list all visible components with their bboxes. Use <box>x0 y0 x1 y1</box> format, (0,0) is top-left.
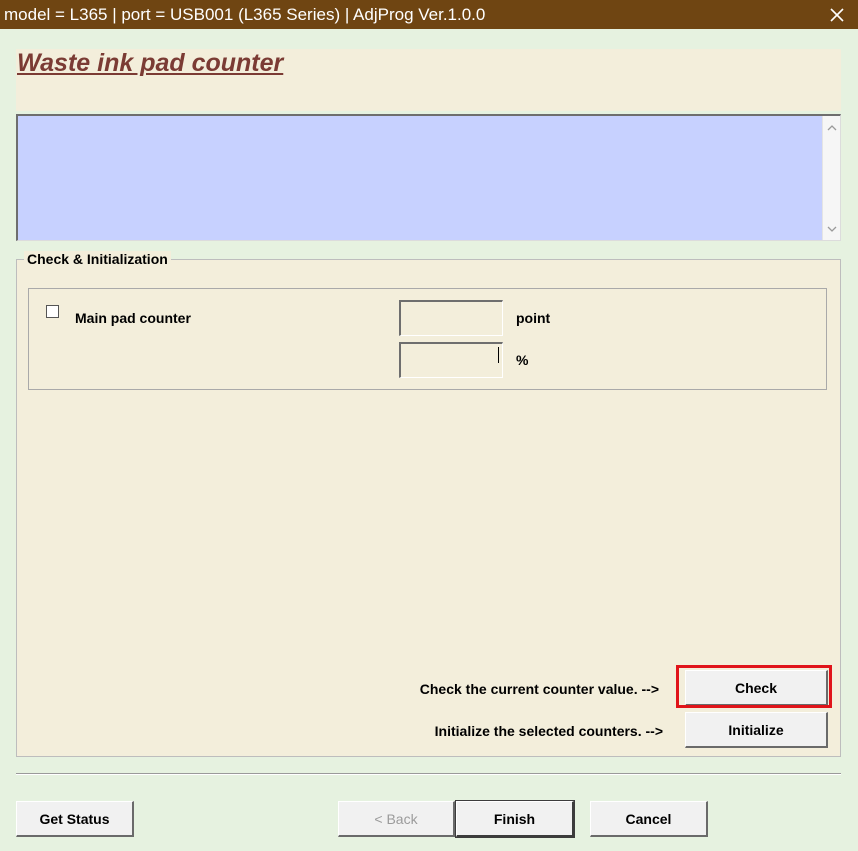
scroll-down-button[interactable] <box>823 220 840 238</box>
check-button[interactable]: Check <box>685 670 828 706</box>
initialize-prompt: Initialize the selected counters. --> <box>434 723 663 739</box>
window-title: model = L365 | port = USB001 (L365 Serie… <box>4 5 486 24</box>
check-prompt: Check the current counter value. --> <box>419 681 659 697</box>
point-unit-label: point <box>516 310 551 326</box>
back-button[interactable]: < Back <box>338 801 455 837</box>
main-pad-label: Main pad counter <box>75 310 191 326</box>
initialize-button[interactable]: Initialize <box>685 712 828 748</box>
message-area[interactable] <box>16 114 841 241</box>
point-value-field[interactable] <box>399 300 503 336</box>
finish-button[interactable]: Finish <box>455 800 575 838</box>
chevron-up-icon <box>827 124 836 130</box>
title-bar: model = L365 | port = USB001 (L365 Serie… <box>0 0 858 29</box>
page-title: Waste ink pad counter <box>17 49 284 77</box>
chevron-down-icon <box>827 226 836 232</box>
scroll-up-button[interactable] <box>823 118 840 136</box>
main-pad-checkbox[interactable] <box>46 305 59 318</box>
percent-unit-label: % <box>516 352 529 368</box>
cancel-button[interactable]: Cancel <box>590 801 708 837</box>
page-header: Waste ink pad counter <box>16 49 841 111</box>
close-button[interactable] <box>816 0 858 29</box>
percent-value-field[interactable] <box>399 342 503 378</box>
text-caret <box>498 347 499 363</box>
close-icon <box>830 7 844 22</box>
group-legend: Check & Initialization <box>24 251 171 267</box>
scrollbar[interactable] <box>822 116 840 240</box>
counter-panel: Main pad counter point % <box>28 288 827 390</box>
footer-divider <box>16 773 841 775</box>
get-status-button[interactable]: Get Status <box>16 801 134 837</box>
